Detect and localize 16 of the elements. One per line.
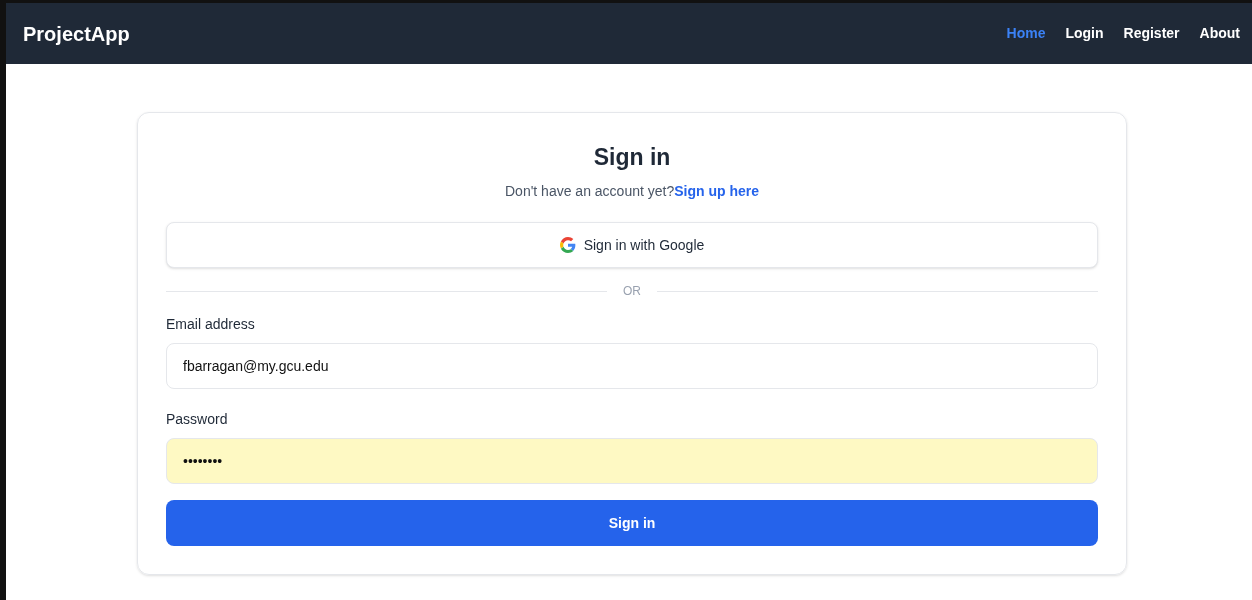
google-sign-in-button[interactable]: Sign in with Google [166, 222, 1098, 268]
nav-link[interactable]: Login [1065, 23, 1104, 44]
signup-prompt: Don't have an account yet? [505, 182, 675, 201]
google-g-icon [559, 237, 576, 253]
divider-label: OR [623, 283, 641, 300]
input-field[interactable]: fbarragan@my.gcu.edu [166, 343, 1098, 389]
brand-logo[interactable]: ProjectApp [23, 18, 130, 49]
card-title: Sign in [592, 143, 672, 171]
input-field[interactable]: •••••••• [166, 438, 1098, 484]
field-label: Password [166, 410, 229, 429]
field-label: Email address [166, 315, 256, 334]
sign-in-button[interactable]: Sign in [166, 500, 1098, 546]
signup-link[interactable]: Sign up here [674, 181, 759, 202]
nav-link[interactable]: About [1199, 23, 1240, 44]
nav-link[interactable]: Home [1006, 23, 1046, 44]
nav-link[interactable]: Register [1123, 23, 1180, 44]
